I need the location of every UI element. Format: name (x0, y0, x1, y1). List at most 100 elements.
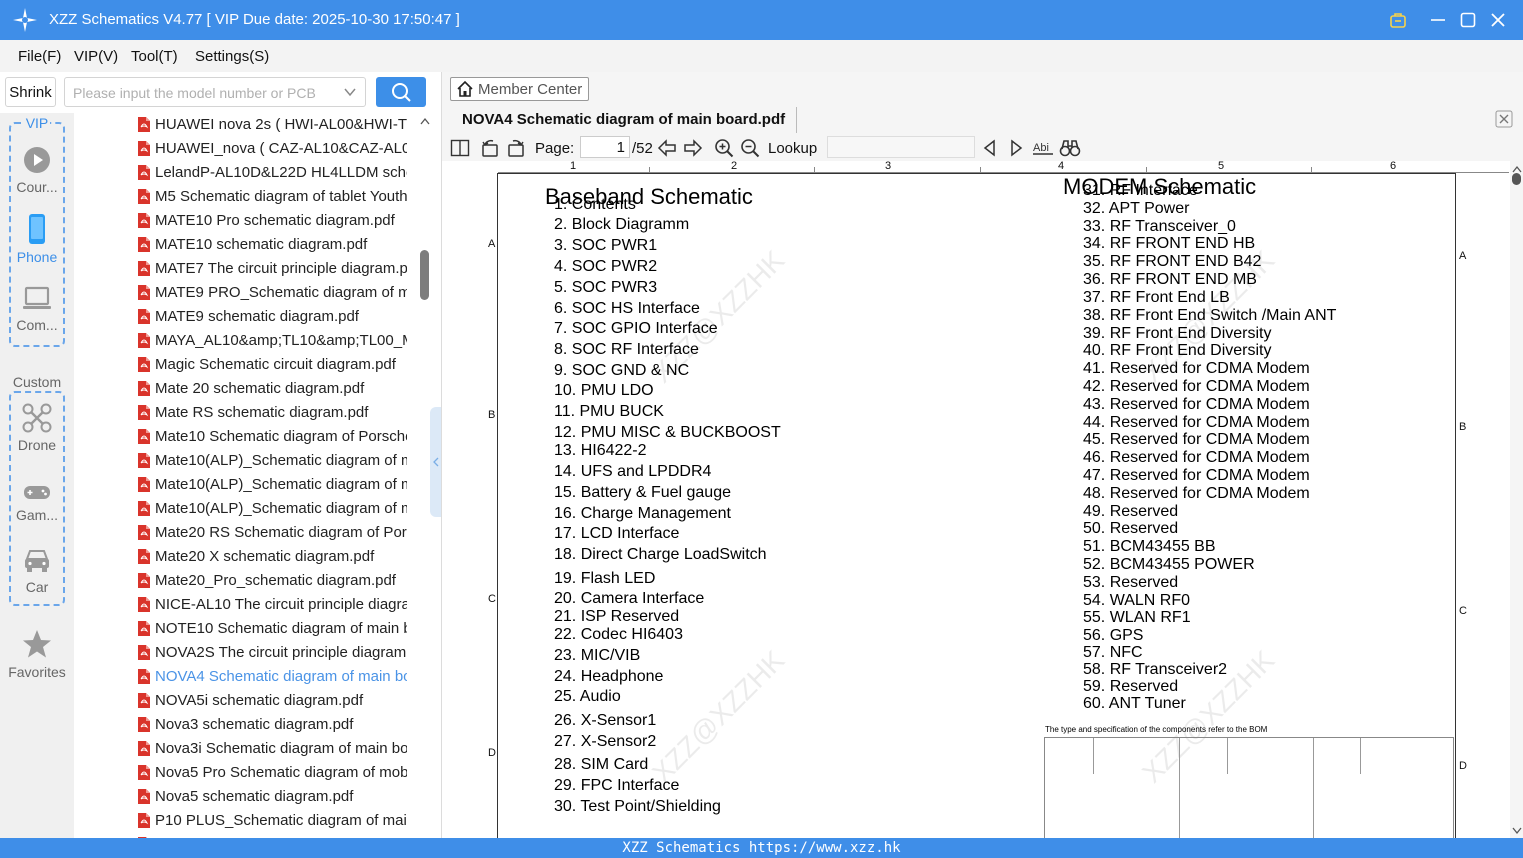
maximize-button[interactable] (1457, 9, 1479, 31)
menu-settings[interactable]: Settings(S) (195, 48, 269, 65)
category-sidebar: VIP Cour... Phone Com... Custom Drone Ga… (0, 113, 74, 838)
sidebar-toggle-icon[interactable] (450, 138, 470, 158)
rotate-right-icon[interactable] (506, 138, 526, 158)
file-name: Mate20_Pro_schematic diagram.pdf (155, 572, 396, 589)
file-list-item[interactable]: MATE10 schematic diagram.pdf (74, 233, 418, 257)
pdf-file-icon (138, 669, 150, 684)
baseband-toc-item: 21. ISP Reserved (554, 608, 680, 625)
scroll-down-icon[interactable] (1512, 827, 1522, 835)
find-previous-icon[interactable] (980, 138, 1000, 158)
match-case-icon[interactable]: Abi (1032, 138, 1054, 158)
baseband-toc-item: 25. Audio (554, 688, 621, 705)
file-name: Mate10(ALP)_Schematic diagram of main (155, 500, 407, 517)
file-list-item[interactable]: M5 Schematic diagram of tablet Youth (74, 185, 418, 209)
pdf-file-icon (138, 405, 150, 420)
file-list-item[interactable]: Mate RS schematic diagram.pdf (74, 401, 418, 425)
vip-bag-button[interactable] (1387, 9, 1409, 31)
category-game[interactable]: Gam... (0, 481, 74, 523)
category-car[interactable]: Car (0, 547, 74, 595)
pdf-file-icon (138, 213, 150, 228)
minimize-button[interactable] (1427, 9, 1449, 31)
edge-letter: D (1459, 760, 1467, 772)
pdf-file-icon (138, 117, 150, 132)
modem-toc-item: 47. Reserved for CDMA Modem (1083, 467, 1310, 484)
category-drone[interactable]: Drone (0, 403, 74, 453)
file-list-item[interactable]: MATE9 PRO_Schematic diagram of main (74, 281, 418, 305)
document-view[interactable]: 1 2 3 4 5 6 A B C D A B C D XZZ@XZZHK XZ… (442, 161, 1523, 838)
file-list-item[interactable]: HUAWEI nova 2s ( HWI-AL00&HWI-TL00 ) (74, 113, 418, 137)
shrink-button[interactable]: Shrink (5, 77, 56, 107)
file-list-item[interactable]: Nova3 schematic diagram.pdf (74, 713, 418, 737)
binoculars-icon[interactable] (1059, 138, 1081, 158)
pdf-file-icon (138, 693, 150, 708)
find-next-icon[interactable] (1006, 138, 1026, 158)
pdf-file-icon (138, 165, 150, 180)
file-list-item[interactable]: Mate20 X schematic diagram.pdf (74, 545, 418, 569)
baseband-toc-item: 5. SOC PWR3 (554, 279, 658, 296)
file-list-item[interactable]: Mate10(ALP)_Schematic diagram of main (74, 449, 418, 473)
lookup-input[interactable] (827, 136, 975, 158)
search-input[interactable] (73, 83, 335, 103)
next-page-icon[interactable] (683, 138, 703, 158)
category-course[interactable]: Cour... (0, 145, 74, 195)
document-tab[interactable]: NOVA4 Schematic diagram of main board.pd… (442, 107, 797, 133)
file-list-item[interactable]: Nova3i Schematic diagram of main board (74, 737, 418, 761)
menu-file[interactable]: File(F) (18, 48, 61, 65)
file-list-item[interactable]: HUAWEI_nova ( CAZ-AL10&CAZ-AL00 ) (74, 137, 418, 161)
file-list-item[interactable]: Mate10(ALP)_Schematic diagram of main (74, 473, 418, 497)
car-icon (25, 550, 49, 572)
chevron-down-icon[interactable] (343, 85, 357, 99)
previous-page-icon[interactable] (657, 138, 677, 158)
baseband-toc-item: 30. Test Point/Shielding (554, 798, 721, 815)
file-list-item[interactable]: NOVA2S The circuit principle diagram (74, 641, 418, 665)
file-list-item[interactable]: Magic Schematic circuit diagram.pdf (74, 353, 418, 377)
scroll-up-icon[interactable] (1512, 165, 1522, 173)
file-list-item[interactable]: MATE10 Pro schematic diagram.pdf (74, 209, 418, 233)
file-list-item[interactable]: NOVA5i schematic diagram.pdf (74, 689, 418, 713)
scroll-up-icon[interactable] (420, 117, 430, 125)
baseband-toc-item: 26. X-Sensor1 (554, 712, 657, 729)
document-scrollbar[interactable] (1510, 161, 1523, 838)
file-name: M5 Schematic diagram of tablet Youth (155, 188, 407, 205)
member-center-button[interactable]: Member Center (450, 77, 589, 101)
file-list-item[interactable]: Nova5 schematic diagram.pdf (74, 785, 418, 809)
modem-toc-item: 55. WLAN RF1 (1083, 609, 1191, 626)
modem-toc-item: 51. BCM43455 BB (1083, 538, 1216, 555)
search-button[interactable] (376, 77, 426, 107)
pdf-file-icon (138, 573, 150, 588)
file-list-item[interactable]: Nova5 Pro Schematic diagram of mobile (74, 761, 418, 785)
category-computer[interactable]: Com... (0, 285, 74, 333)
page-number-input[interactable]: 1 (580, 136, 630, 158)
file-name: NICE-AL10 The circuit principle diagram (155, 596, 407, 613)
zoom-out-icon[interactable] (740, 138, 760, 158)
category-phone[interactable]: Phone (0, 213, 74, 265)
category-favorites[interactable]: Favorites (0, 628, 74, 680)
close-button[interactable] (1487, 9, 1509, 31)
pdf-file-icon (138, 549, 150, 564)
modem-toc-item: 53. Reserved (1083, 574, 1179, 591)
pdf-file-icon (138, 621, 150, 636)
file-list-item[interactable]: MAYA_AL10&amp;TL10&amp;TL00_MAIN (74, 329, 418, 353)
tab-close-icon[interactable] (1495, 110, 1513, 128)
modem-toc-item: 56. GPS (1083, 627, 1144, 644)
file-list-item[interactable]: Mate20 RS Schematic diagram of Porsche (74, 521, 418, 545)
file-list-item[interactable]: LelandP-AL10D&L22D HL4LLDM schematic (74, 161, 418, 185)
menu-vip[interactable]: VIP(V) (74, 48, 118, 65)
file-list-item[interactable]: NOVA4 Schematic diagram of main board (74, 665, 418, 689)
file-list-item[interactable]: Mate 20 schematic diagram.pdf (74, 377, 418, 401)
rotate-left-icon[interactable] (480, 138, 500, 158)
panel-collapse-handle[interactable] (430, 407, 441, 517)
file-list-item[interactable]: Mate20_Pro_schematic diagram.pdf (74, 569, 418, 593)
file-list-item[interactable]: MATE9 schematic diagram.pdf (74, 305, 418, 329)
scroll-thumb[interactable] (420, 250, 429, 300)
zoom-in-icon[interactable] (714, 138, 734, 158)
file-list-item[interactable]: Mate10(ALP)_Schematic diagram of main (74, 497, 418, 521)
file-list-item[interactable]: P10 PLUS_Schematic diagram of main (74, 809, 418, 833)
scroll-thumb[interactable] (1512, 173, 1521, 185)
file-list-item[interactable]: Mate10 Schematic diagram of Porsche (74, 425, 418, 449)
file-list-item[interactable]: NOTE10 Schematic diagram of main board (74, 617, 418, 641)
model-search-combo[interactable] (64, 77, 366, 107)
menu-tool[interactable]: Tool(T) (131, 48, 178, 65)
file-list-item[interactable]: MATE7 The circuit principle diagram.pdf (74, 257, 418, 281)
file-list-item[interactable]: NICE-AL10 The circuit principle diagram (74, 593, 418, 617)
